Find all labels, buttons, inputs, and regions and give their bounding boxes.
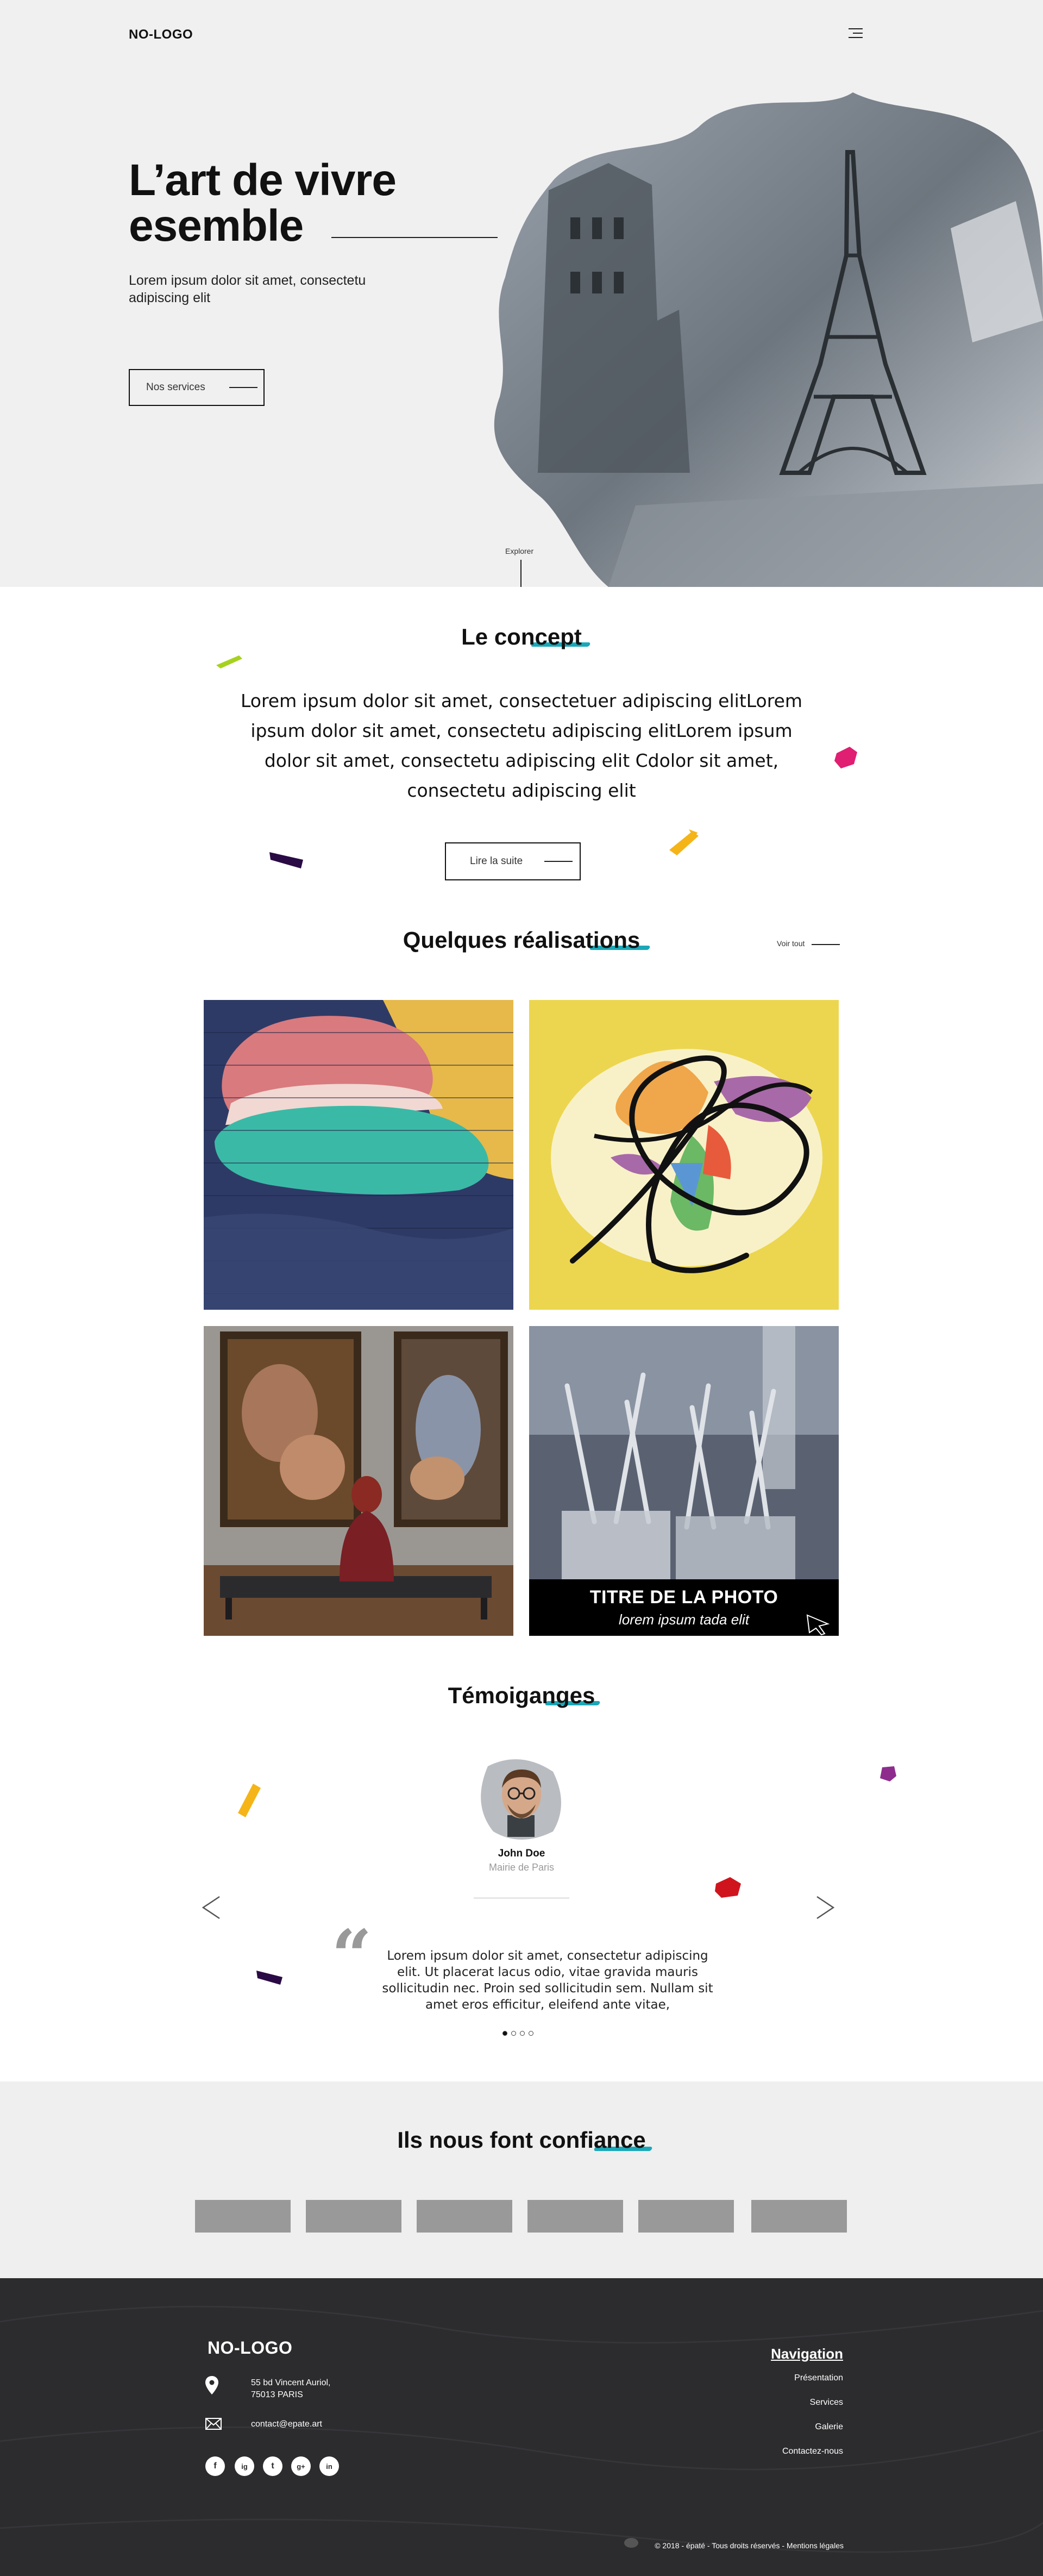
footer-address-line-1: 55 bd Vincent Auriol, — [251, 2378, 331, 2387]
lire-la-suite-button-label: Lire la suite — [470, 855, 523, 867]
linkedin-icon[interactable]: in — [319, 2456, 339, 2476]
quote-icon: “ — [331, 1914, 372, 1997]
button-line-icon — [544, 861, 573, 862]
carousel-dot-4[interactable] — [529, 2031, 533, 2036]
footer-nav-presentation[interactable]: Présentation — [706, 2373, 843, 2383]
hero-subtitle: Lorem ipsum dolor sit amet, consectetu a… — [129, 273, 366, 305]
gallery-tile-abstract-lines[interactable] — [529, 1000, 839, 1310]
envelope-icon — [205, 2418, 222, 2430]
button-line-icon — [229, 387, 257, 388]
brick-mural-image — [204, 1000, 513, 1310]
testimonials-title: Témoiganges — [448, 1683, 595, 1708]
gallery-tile-paint-brushes[interactable]: TITRE DE LA PHOTO lorem ipsum tada elit — [529, 1326, 839, 1636]
footer-nav-contact[interactable]: Contactez-nous — [706, 2447, 843, 2456]
voir-tout-link[interactable]: Voir tout — [777, 939, 805, 948]
avatar — [481, 1759, 561, 1840]
yellow-paint-splash — [238, 1784, 261, 1817]
gallery-tile-museum-visitor[interactable] — [204, 1326, 513, 1636]
client-logo-placeholder — [527, 2200, 623, 2233]
clients-section — [0, 2081, 1043, 2278]
voir-tout-line-icon — [812, 944, 840, 945]
location-pin-icon — [205, 2376, 218, 2394]
dark-purple-paint-splash — [256, 1971, 282, 1985]
photo-caption: TITRE DE LA PHOTO lorem ipsum tada elit — [529, 1579, 839, 1636]
concept-text: Lorem ipsum dolor sit amet, consectetuer… — [240, 690, 803, 801]
footer — [0, 2278, 1043, 2576]
carousel-dots — [502, 2031, 533, 2036]
photo-caption-title: TITRE DE LA PHOTO — [589, 1587, 778, 1608]
hero-title-line-1: L’art de vivre — [129, 155, 397, 205]
explore-link[interactable]: Explorer — [505, 547, 533, 555]
hero-title-rule — [331, 237, 498, 238]
hero-title-line-2: esemble — [129, 201, 304, 251]
scroll-indicator-line — [520, 560, 522, 587]
museum-visitor-image — [204, 1326, 513, 1636]
pink-paint-splash — [834, 747, 857, 768]
concept-title: Le concept — [461, 624, 582, 649]
google-plus-icon[interactable]: g+ — [291, 2456, 311, 2476]
footer-email-link[interactable]: contact@epate.art — [251, 2418, 322, 2430]
footer-texture — [0, 2305, 1043, 2553]
client-logo-placeholder — [195, 2200, 291, 2233]
nos-services-button[interactable]: Nos services — [129, 369, 265, 406]
clients-title: Ils nous font confiance — [397, 2127, 646, 2153]
chevron-right-icon[interactable] — [814, 1896, 835, 1920]
abstract-lines-image — [529, 1000, 839, 1310]
photo-caption-subtitle: lorem ipsum tada elit — [619, 1611, 749, 1628]
twitter-icon[interactable]: t — [263, 2456, 282, 2476]
hero-title: L’art de vivre esemble — [129, 155, 397, 251]
carousel-dot-3[interactable] — [520, 2031, 525, 2036]
client-logo-placeholder — [638, 2200, 734, 2233]
purple-paint-splash — [269, 852, 303, 868]
hero-paris-painting — [494, 92, 1043, 587]
hero-section: NO-LOGO L’art de vivre esemble Lorem ips… — [0, 0, 1043, 587]
nos-services-button-label: Nos services — [146, 382, 205, 393]
footer-address-line-2: 75013 PARIS — [251, 2390, 303, 2399]
carousel-dot-1[interactable] — [502, 2031, 507, 2036]
instagram-icon[interactable]: ig — [235, 2456, 254, 2476]
footer-nav-services[interactable]: Services — [706, 2398, 843, 2408]
testimonial-person-name: John Doe — [498, 1848, 545, 1859]
gallery-tile-brick-mural[interactable] — [204, 1000, 513, 1310]
testimonial-person-role: Mairie de Paris — [488, 1862, 555, 1873]
menu-icon[interactable] — [849, 28, 863, 39]
testimonial-quote: Lorem ipsum dolor sit amet, consectetur … — [382, 1949, 713, 2012]
cursor-icon — [806, 1614, 830, 1636]
lime-paint-splash — [216, 655, 242, 668]
footer-copyright: © 2018 - épaté - Tous droits réservés - … — [655, 2541, 844, 2550]
chevron-left-icon[interactable] — [201, 1896, 223, 1920]
footer-logo[interactable]: NO-LOGO — [208, 2338, 292, 2358]
facebook-icon[interactable]: f — [205, 2456, 225, 2476]
red-paint-splash — [715, 1877, 741, 1898]
realisations-title: Quelques réalisations — [403, 927, 640, 953]
yellow-paint-splash — [669, 829, 699, 855]
lire-la-suite-button[interactable]: Lire la suite — [445, 842, 581, 880]
client-logo-placeholder — [306, 2200, 401, 2233]
carousel-dot-2[interactable] — [511, 2031, 516, 2036]
footer-nav-title: Navigation — [771, 2346, 843, 2362]
site-logo[interactable]: NO-LOGO — [129, 27, 193, 42]
purple-paint-splash — [880, 1766, 896, 1781]
client-logo-placeholder — [751, 2200, 847, 2233]
client-logo-placeholder — [417, 2200, 512, 2233]
footer-nav-galerie[interactable]: Galerie — [706, 2422, 843, 2432]
